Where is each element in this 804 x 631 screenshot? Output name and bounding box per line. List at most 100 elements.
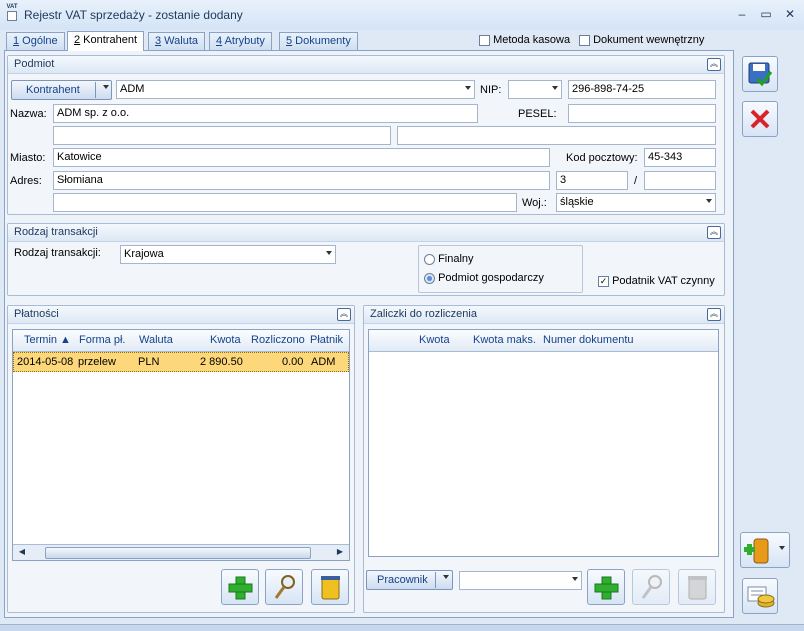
cell-forma: przelew: [78, 356, 116, 368]
col-termin[interactable]: Termin ▲: [24, 334, 71, 346]
dokument-wewnetrzny-check[interactable]: Dokument wewnętrzny: [579, 34, 704, 46]
grid-header: Kwota Kwota maks. Numer dokumentu: [369, 330, 718, 352]
nr-domu-input[interactable]: 3: [556, 171, 628, 190]
podatnik-vat-check[interactable]: ✓ Podatnik VAT czynny: [598, 275, 715, 287]
platnosci-header: Płatności ︽: [8, 306, 354, 324]
slash-label: /: [634, 175, 638, 187]
metoda-kasowa-label: Metoda kasowa: [493, 34, 571, 46]
rodzaj-transakcji-combo[interactable]: Krajowa: [120, 245, 336, 264]
trash-icon: [688, 576, 707, 600]
podmiot-gospodarczy-radio[interactable]: Podmiot gospodarczy: [424, 272, 544, 284]
kontrahent-button[interactable]: Kontrahent: [11, 80, 112, 100]
pracownik-button-label: Pracownik: [377, 574, 428, 586]
scroll-left-icon[interactable]: ◀: [15, 547, 29, 559]
wojewodztwo-value: śląskie: [560, 196, 594, 208]
add-document-button[interactable]: [740, 532, 790, 568]
chevron-down-icon: [552, 86, 558, 90]
nip-input[interactable]: 296-898-74-25: [568, 80, 716, 99]
nazwa-label: Nazwa:: [10, 108, 47, 120]
adres-line2-input[interactable]: [53, 193, 517, 212]
checkbox[interactable]: [579, 34, 590, 46]
coins-button[interactable]: [742, 578, 778, 614]
nazwa-input[interactable]: ADM sp. z o.o.: [53, 104, 478, 123]
chevron-down-icon: [443, 575, 449, 579]
collapse-icon[interactable]: ︽: [707, 58, 721, 71]
dokument-wewnetrzny-label: Dokument wewnętrzny: [593, 34, 705, 46]
tab-atrybuty[interactable]: 4 Atrybuty: [209, 32, 272, 50]
pracownik-combo[interactable]: [459, 571, 582, 590]
status-bar: [0, 624, 804, 631]
platnosci-grid: Termin ▲ Forma pł. Waluta Kwota Rozliczo…: [12, 329, 350, 561]
tab-label: Dokumenty: [292, 35, 351, 47]
minimize-button[interactable]: –: [734, 6, 750, 22]
collapse-icon[interactable]: ︽: [337, 308, 351, 321]
nip-label: NIP:: [480, 84, 502, 96]
checkbox-checked[interactable]: ✓: [598, 275, 609, 287]
zaliczki-grid: Kwota Kwota maks. Numer dokumentu: [368, 329, 719, 557]
search-advance-button[interactable]: [632, 569, 670, 605]
maximize-button[interactable]: ▭: [758, 6, 774, 22]
pracownik-menu-arrow[interactable]: [437, 570, 452, 590]
scroll-right-icon[interactable]: ▶: [333, 547, 347, 559]
close-button[interactable]: ✕: [782, 6, 798, 22]
tab-ogolne[interactable]: 1 Ogólne: [6, 32, 65, 50]
radio[interactable]: [424, 272, 435, 284]
rodzaj-transakcji-label: Rodzaj transakcji:: [14, 247, 101, 259]
col-numer-dokumentu[interactable]: Numer dokumentu: [543, 334, 634, 346]
metoda-kasowa-check[interactable]: Metoda kasowa: [479, 34, 570, 46]
checkbox[interactable]: [479, 34, 490, 46]
horizontal-scrollbar[interactable]: ◀ ▶: [13, 544, 349, 560]
search-icon: [274, 575, 295, 599]
add-document-menu-arrow[interactable]: [778, 541, 788, 559]
search-payment-button[interactable]: [265, 569, 303, 605]
collapse-icon[interactable]: ︽: [707, 226, 721, 239]
podmiot-header: Podmiot ︽: [8, 56, 724, 74]
col-kwota[interactable]: Kwota: [210, 334, 241, 346]
tab-label: Waluta: [161, 35, 199, 47]
add-payment-button[interactable]: [221, 569, 259, 605]
add-advance-button[interactable]: [587, 569, 625, 605]
tab-label: Ogólne: [19, 35, 58, 47]
col-kwota[interactable]: Kwota: [419, 334, 450, 346]
scroll-thumb[interactable]: [45, 547, 311, 559]
col-rozliczono[interactable]: Rozliczono: [251, 334, 305, 346]
col-waluta[interactable]: Waluta: [139, 334, 173, 346]
radio[interactable]: [424, 253, 435, 265]
kod-pocztowy-input[interactable]: 45-343: [644, 148, 716, 167]
save-button[interactable]: [742, 56, 778, 92]
zaliczki-title: Zaliczki do rozliczenia: [370, 308, 477, 320]
zaliczki-header: Zaliczki do rozliczenia ︽: [364, 306, 724, 324]
pesel-input[interactable]: [568, 104, 716, 123]
delete-advance-button[interactable]: [678, 569, 716, 605]
nip-prefix-combo[interactable]: [508, 80, 562, 99]
nr-lokalu-input[interactable]: [644, 171, 716, 190]
wojewodztwo-combo[interactable]: śląskie: [556, 193, 716, 212]
col-kwota-maks[interactable]: Kwota maks.: [473, 334, 536, 346]
adres-input[interactable]: Słomiana: [53, 171, 550, 190]
cell-waluta: PLN: [138, 356, 160, 368]
nazwa-line2-input[interactable]: [53, 126, 391, 145]
chevron-down-icon: [706, 199, 712, 203]
delete-payment-button[interactable]: [311, 569, 349, 605]
kontrahent-menu-arrow[interactable]: [98, 80, 112, 100]
table-row[interactable]: 2014-05-08 przelew PLN 2 890.50 0.00 ADM: [13, 352, 349, 372]
collapse-icon[interactable]: ︽: [707, 308, 721, 321]
podmiot-gospodarczy-label: Podmiot gospodarczy: [438, 272, 544, 284]
nazwa-line3-input[interactable]: [397, 126, 716, 145]
chevron-down-icon: [465, 86, 471, 90]
tab-dokumenty[interactable]: 5 Dokumenty: [279, 32, 358, 50]
col-forma[interactable]: Forma pł.: [79, 334, 125, 346]
trash-icon: [321, 576, 340, 600]
tab-kontrahent[interactable]: 2 Kontrahent: [67, 31, 144, 51]
col-platnik[interactable]: Płatnik: [310, 334, 343, 346]
coins-icon: [747, 586, 775, 608]
adres-label: Adres:: [10, 175, 42, 187]
cancel-button[interactable]: [742, 101, 778, 137]
tab-label: Kontrahent: [80, 34, 137, 46]
finalny-radio[interactable]: Finalny: [424, 253, 474, 265]
tab-waluta[interactable]: 3 Waluta: [148, 32, 206, 50]
rodzaj-title: Rodzaj transakcji: [14, 226, 98, 238]
split-divider: [95, 82, 96, 98]
miasto-input[interactable]: Katowice: [53, 148, 550, 167]
kontrahent-combo[interactable]: ADM: [116, 80, 475, 99]
